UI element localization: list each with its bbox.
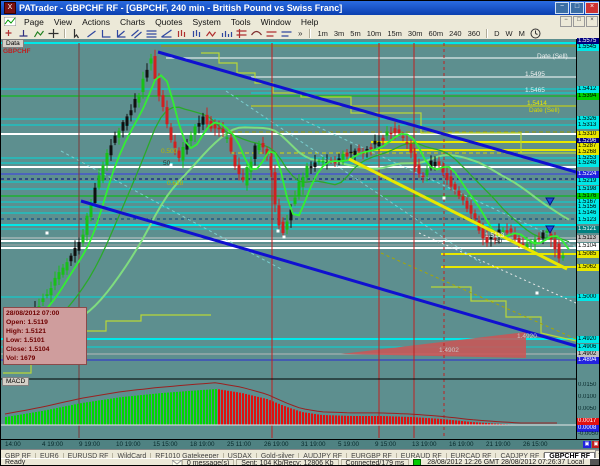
- period-M[interactable]: M: [516, 29, 528, 38]
- ohlc-info-line: High: 1.5121: [6, 327, 84, 336]
- close-button[interactable]: ×: [585, 2, 599, 14]
- tab-data[interactable]: Data: [2, 39, 24, 48]
- axis-price-label: 1.4906: [577, 344, 600, 351]
- connect-icon[interactable]: [2, 28, 15, 39]
- timeframe-1m[interactable]: 1m: [314, 29, 330, 38]
- axis-price-label: 1.5104: [577, 243, 600, 250]
- axis-price-label: -0.0050: [577, 431, 600, 438]
- status-connection: Connected/179 ms: [341, 459, 410, 466]
- axis-price-label: 1.5121: [577, 226, 600, 233]
- clock-icon[interactable]: [529, 28, 542, 39]
- axis-price-label: 1.5313: [577, 122, 600, 129]
- menu-quotes[interactable]: Quotes: [150, 17, 187, 27]
- fib-fan-icon[interactable]: [160, 28, 173, 39]
- timeframe-240[interactable]: 240: [446, 29, 465, 38]
- channel-icon[interactable]: [130, 28, 143, 39]
- menu-page[interactable]: Page: [19, 17, 49, 27]
- period-D[interactable]: D: [491, 29, 502, 38]
- levels-red-icon[interactable]: [265, 28, 278, 39]
- chart-zone: 1.55751.55451.54121.53941.53261.53131.53…: [1, 39, 600, 439]
- chart-canvas[interactable]: [1, 39, 576, 439]
- axis-price-label: 1.5198: [577, 186, 600, 193]
- envelope-icon: [172, 460, 182, 466]
- mdi-restore-button[interactable]: □: [573, 16, 585, 27]
- axis-price-label: 1.5123: [577, 217, 600, 224]
- volume-icon[interactable]: [220, 28, 233, 39]
- tab-macd[interactable]: MACD: [2, 377, 29, 386]
- angle-line-icon[interactable]: [115, 28, 128, 39]
- instrument-tab-bar: GBP RFEUR6EURUSD RFWildCardRF1010 Gateke…: [1, 449, 600, 458]
- chart-page-icon: [4, 17, 16, 26]
- period-W[interactable]: W: [503, 29, 516, 38]
- bars-red-icon[interactable]: [175, 28, 188, 39]
- axis-price-label: 1.5062: [577, 264, 600, 271]
- ohlc-info-line: 28/08/2012 07:00: [6, 309, 84, 318]
- axis-price-label: 1.5219: [577, 178, 600, 185]
- ohlc-info-line: Open: 1.5119: [6, 318, 84, 327]
- axis-price-label: 1.5113: [577, 235, 600, 242]
- timeframe-30m[interactable]: 30m: [405, 29, 426, 38]
- menu-help[interactable]: Help: [296, 17, 323, 27]
- ohlc-info-line: Vol: 1679: [6, 354, 84, 363]
- cursor-icon[interactable]: [70, 28, 83, 39]
- ohlc-info-line: Close: 1.5104: [6, 345, 84, 354]
- chart-mode-icon[interactable]: [32, 28, 45, 39]
- status-bar-icon: [590, 459, 600, 466]
- axis-price-label: 1.5000: [577, 294, 600, 301]
- menu-tools[interactable]: Tools: [226, 17, 256, 27]
- menu-window[interactable]: Window: [256, 17, 296, 27]
- timeframe-360[interactable]: 360: [465, 29, 484, 38]
- timeframe-10m[interactable]: 10m: [364, 29, 385, 38]
- zigzag-icon[interactable]: [205, 28, 218, 39]
- axis-price-label: 1.5412: [577, 86, 600, 93]
- timeframe-3m[interactable]: 3m: [331, 29, 347, 38]
- ohlc-info-line: Low: 1.5101: [6, 336, 84, 345]
- indicator-icon[interactable]: [250, 28, 263, 39]
- application-window: X PATrader - GBPCHF RF - [GBPCHF, 240 mi…: [0, 0, 600, 466]
- axis-price-label: 1.5310: [577, 131, 600, 138]
- crosshair-icon[interactable]: [47, 28, 60, 39]
- menu-view[interactable]: View: [49, 17, 77, 27]
- axis-price-label: 1.4894: [577, 357, 600, 364]
- bars-blue-icon[interactable]: [190, 28, 203, 39]
- menu-system[interactable]: System: [187, 17, 225, 27]
- restore-button[interactable]: □: [570, 2, 584, 14]
- timeframe-5m[interactable]: 5m: [347, 29, 363, 38]
- status-messages: 0 message(s): [182, 459, 234, 466]
- vh-line-icon[interactable]: [100, 28, 113, 39]
- contract-label: GBPCHF: [3, 48, 30, 55]
- axis-price-label: 0.0150: [577, 382, 600, 389]
- axis-price-label: 1.5085: [577, 251, 600, 258]
- menu-charts[interactable]: Charts: [115, 17, 150, 27]
- status-traffic: Sent: 104 Kb/Recv: 12806 Kb: [236, 459, 338, 466]
- fib-retracement-icon[interactable]: [145, 28, 158, 39]
- axis-price-label: 0.0100: [577, 394, 600, 401]
- ohlc-info-box: 28/08/2012 07:00Open: 1.5119High: 1.5121…: [3, 307, 87, 365]
- timeframe-15m[interactable]: 15m: [384, 29, 405, 38]
- axis-price-label: 1.5248: [577, 160, 600, 167]
- axis-price-label: 1.5146: [577, 210, 600, 217]
- axis-price-label: 1.5224: [577, 171, 600, 178]
- status-ready: Ready: [1, 459, 170, 466]
- axis-price-label: 1.5394: [577, 93, 600, 100]
- menu-actions[interactable]: Actions: [77, 17, 115, 27]
- status-bar: Ready 0 message(s) Sent: 104 Kb/Recv: 12…: [1, 458, 600, 466]
- disconnect-icon[interactable]: [17, 28, 30, 39]
- price-axis: 1.55751.55451.54121.53941.53261.53131.53…: [576, 39, 600, 439]
- mdi-close-button[interactable]: ×: [586, 16, 598, 27]
- axis-price-label: 1.4920: [577, 336, 600, 343]
- app-icon: X: [4, 2, 16, 14]
- toolbar-more-button[interactable]: »: [294, 29, 306, 38]
- axis-price-label: 0.0050: [577, 406, 600, 413]
- axis-price-label: 0.0017: [577, 418, 600, 425]
- trendline-icon[interactable]: [85, 28, 98, 39]
- timeframe-60m[interactable]: 60m: [426, 29, 447, 38]
- minimize-button[interactable]: −: [555, 2, 569, 14]
- axis-price-label: 1.5545: [577, 44, 600, 51]
- levels-blue-icon[interactable]: [280, 28, 293, 39]
- status-clock: 28/08/2012 12:26 GMT 28/08/2012 07:26:37…: [423, 459, 588, 466]
- mdi-minimize-button[interactable]: −: [560, 16, 572, 27]
- grid-red-icon[interactable]: [235, 28, 248, 39]
- connection-status-icon: [413, 459, 421, 466]
